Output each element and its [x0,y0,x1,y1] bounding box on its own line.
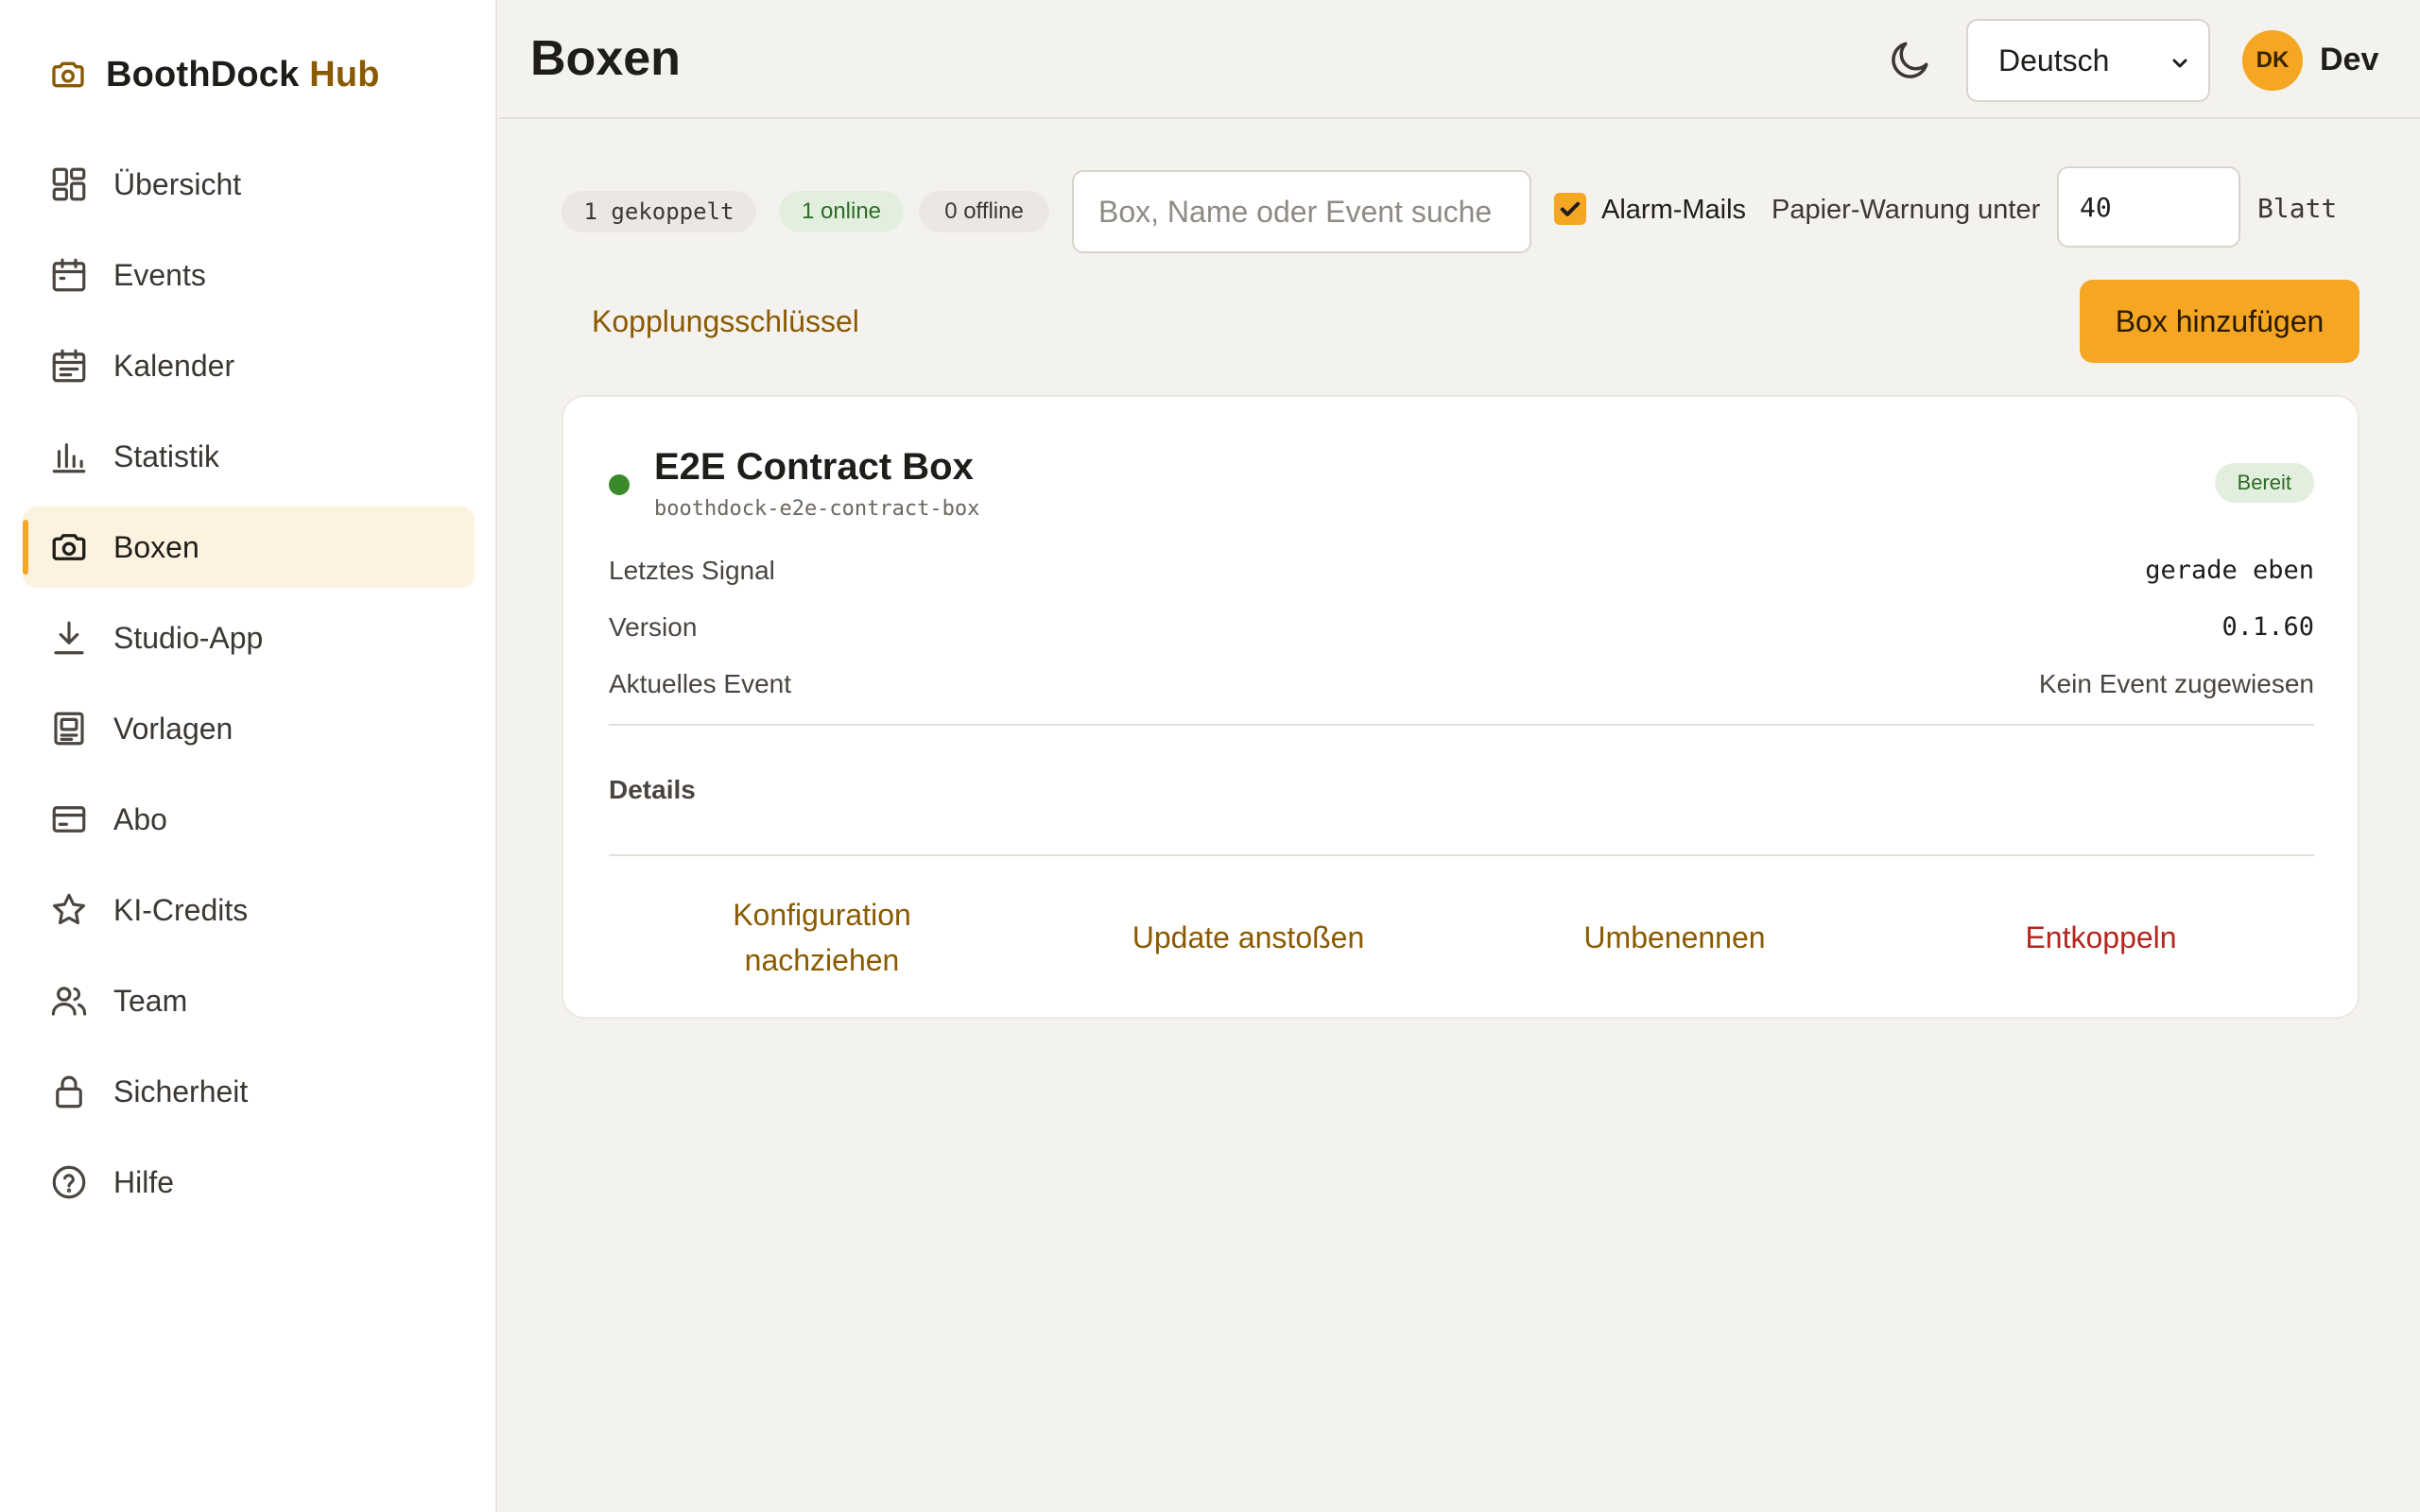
sidebar-item-uebersicht[interactable]: Übersicht [23,144,475,225]
pairing-key-button[interactable]: Kopplungsschlüssel [592,304,859,339]
box-card: E2E Contract Box boothdock-e2e-contract-… [562,395,2360,1019]
current-event-label: Aktuelles Event [609,669,791,698]
sidebar-item-label: Hilfe [113,1164,175,1199]
paper-warning-label: Papier-Warnung unter [1772,195,2041,225]
sidebar-item-label: Team [113,983,188,1018]
unpair-button[interactable]: Entkoppeln [1888,881,2314,994]
template-icon [54,712,84,746]
grid-icon [52,167,86,201]
avatar[interactable]: DK [2242,30,2303,91]
help-icon [52,1165,86,1199]
sidebar-item-kalender[interactable]: Kalender [23,325,475,406]
sidebar-item-label: Kalender [113,348,235,383]
last-signal-value: gerade eben [2145,556,2314,585]
box-actions: Konfiguration nachziehen Update anstoßen … [609,881,2314,994]
sidebar-item-label: Boxen [113,529,199,564]
divider [609,854,2314,856]
sidebar-item-sicherheit[interactable]: Sicherheit [23,1051,475,1132]
online-status-dot [609,474,630,495]
offline-count-chip: 0 offline [919,191,1049,232]
sidebar-item-label: Sicherheit [113,1074,249,1108]
sidebar-item-ki-credits[interactable]: KI-Credits [23,869,475,951]
search-input[interactable] [1098,194,1530,230]
user-name[interactable]: Dev [2320,42,2378,78]
box-slug: boothdock-e2e-contract-box [654,497,980,521]
language-select[interactable]: Deutsch [1966,19,2210,102]
paper-threshold-field[interactable] [2057,166,2240,248]
sidebar-item-events[interactable]: Events [23,234,475,316]
paper-unit-label: Blatt [2257,193,2338,224]
users-icon [51,987,87,1016]
sidebar-item-label: Vorlagen [113,711,233,746]
sidebar-item-label: Abo [113,801,167,836]
calendar-icon [52,258,86,292]
add-box-button[interactable]: Box hinzufügen [2080,280,2360,363]
sidebar-item-label: Übersicht [113,166,242,201]
current-event-value: Kein Event zugewiesen [2038,669,2314,698]
page-title: Boxen [530,31,681,86]
rename-button[interactable]: Umbenennen [1461,881,1888,994]
credit-card-icon [52,806,86,833]
calendar-list-icon [52,349,86,383]
alarm-mails-checkbox[interactable] [1554,193,1586,225]
checkmark-icon [1560,201,1581,216]
divider [609,724,2314,726]
sync-config-button[interactable]: Konfiguration nachziehen [609,881,1035,994]
sidebar-item-label: Statistik [113,438,220,473]
sidebar-item-vorlagen[interactable]: Vorlagen [23,688,475,769]
box-name: E2E Contract Box [654,446,974,488]
sidebar-item-label: KI-Credits [113,892,249,927]
sidebar-item-statistik[interactable]: Statistik [23,416,475,497]
sidebar: BoothDock Hub Übersicht Events Kalender … [0,0,497,1512]
camera-icon [52,534,86,560]
lock-icon [56,1075,82,1108]
chevron-down-icon [2172,59,2187,68]
version-label: Version [609,612,698,642]
brand-logo[interactable]: BoothDock Hub [49,51,380,98]
camera-icon [52,61,84,88]
paired-count-chip: 1 gekoppelt [562,191,756,232]
sidebar-item-label: Studio-App [113,620,264,655]
details-toggle[interactable]: Details [609,775,696,805]
status-badge: Bereit [2214,463,2314,503]
push-update-button[interactable]: Update anstoßen [1035,881,1461,994]
sidebar-item-studio-app[interactable]: Studio-App [23,597,475,679]
brand-name: BoothDock Hub [106,54,380,94]
sidebar-item-team[interactable]: Team [23,960,475,1041]
language-value: Deutsch [1998,43,2110,77]
download-icon [54,621,84,655]
version-value: 0.1.60 [2221,612,2314,642]
star-icon [53,893,85,925]
search-field[interactable] [1072,170,1531,253]
bar-chart-icon [52,443,86,473]
sidebar-item-abo[interactable]: Abo [23,779,475,860]
last-signal-label: Letztes Signal [609,556,775,585]
sidebar-item-boxen[interactable]: Boxen [23,507,475,588]
online-count-chip: 1 online [779,191,904,232]
alarm-mails-label: Alarm-Mails [1601,195,1747,225]
paper-threshold-input[interactable] [2080,191,2238,223]
top-header: Boxen Deutsch DK Dev [499,0,2420,119]
sidebar-nav: Übersicht Events Kalender Statistik Boxe… [23,144,475,1232]
sync-config-label: Konfiguration nachziehen [733,898,911,977]
sidebar-item-hilfe[interactable]: Hilfe [23,1142,475,1223]
moon-icon[interactable] [1887,36,1934,83]
sidebar-item-label: Events [113,257,206,292]
